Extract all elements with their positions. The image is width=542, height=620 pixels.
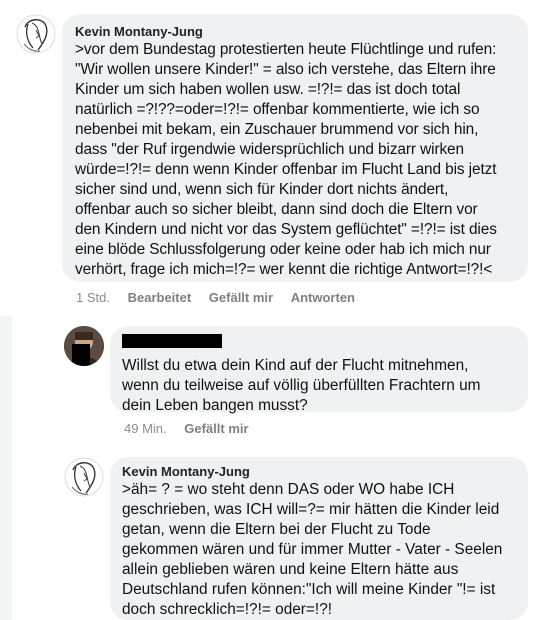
comment-text: >äh= ? = wo steht denn DAS oder WO habe … bbox=[122, 481, 503, 618]
avatar[interactable] bbox=[16, 14, 56, 54]
reply-thread-indicator bbox=[0, 316, 12, 620]
comment-text: Willst du etwa dein Kind auf der Flucht … bbox=[122, 357, 481, 414]
reply-button[interactable]: Antworten bbox=[291, 290, 355, 305]
sketch-face-icon bbox=[16, 14, 56, 54]
comment-bubble[interactable]: Kevin Montany-Jung >vor dem Bundestag pr… bbox=[62, 14, 528, 282]
comment-timestamp[interactable]: 1 Std. bbox=[76, 290, 110, 305]
comment-actions: 1 Std. Bearbeitet Gefällt mir Antworten bbox=[76, 290, 369, 306]
comment-author[interactable]: Kevin Montany-Jung bbox=[122, 464, 516, 480]
author-redaction bbox=[122, 334, 222, 348]
comment-timestamp[interactable]: 49 Min. bbox=[124, 421, 167, 436]
like-button[interactable]: Gefällt mir bbox=[184, 421, 248, 436]
avatar[interactable] bbox=[64, 457, 104, 497]
comment-actions: 49 Min. Gefällt mir bbox=[124, 421, 263, 437]
sketch-face-icon bbox=[64, 457, 104, 497]
comment-bubble[interactable]: Kevin Montany-Jung >äh= ? = wo steht den… bbox=[110, 457, 528, 620]
comment-bubble[interactable]: Willst du etwa dein Kind auf der Flucht … bbox=[110, 326, 528, 414]
comment-text: >vor dem Bundestag protestierten heute F… bbox=[75, 41, 497, 278]
edited-label[interactable]: Bearbeitet bbox=[128, 290, 192, 305]
like-button[interactable]: Gefällt mir bbox=[209, 290, 273, 305]
avatar-redaction bbox=[72, 344, 90, 366]
comment-author[interactable]: Kevin Montany-Jung bbox=[75, 24, 515, 40]
avatar[interactable] bbox=[64, 326, 104, 366]
